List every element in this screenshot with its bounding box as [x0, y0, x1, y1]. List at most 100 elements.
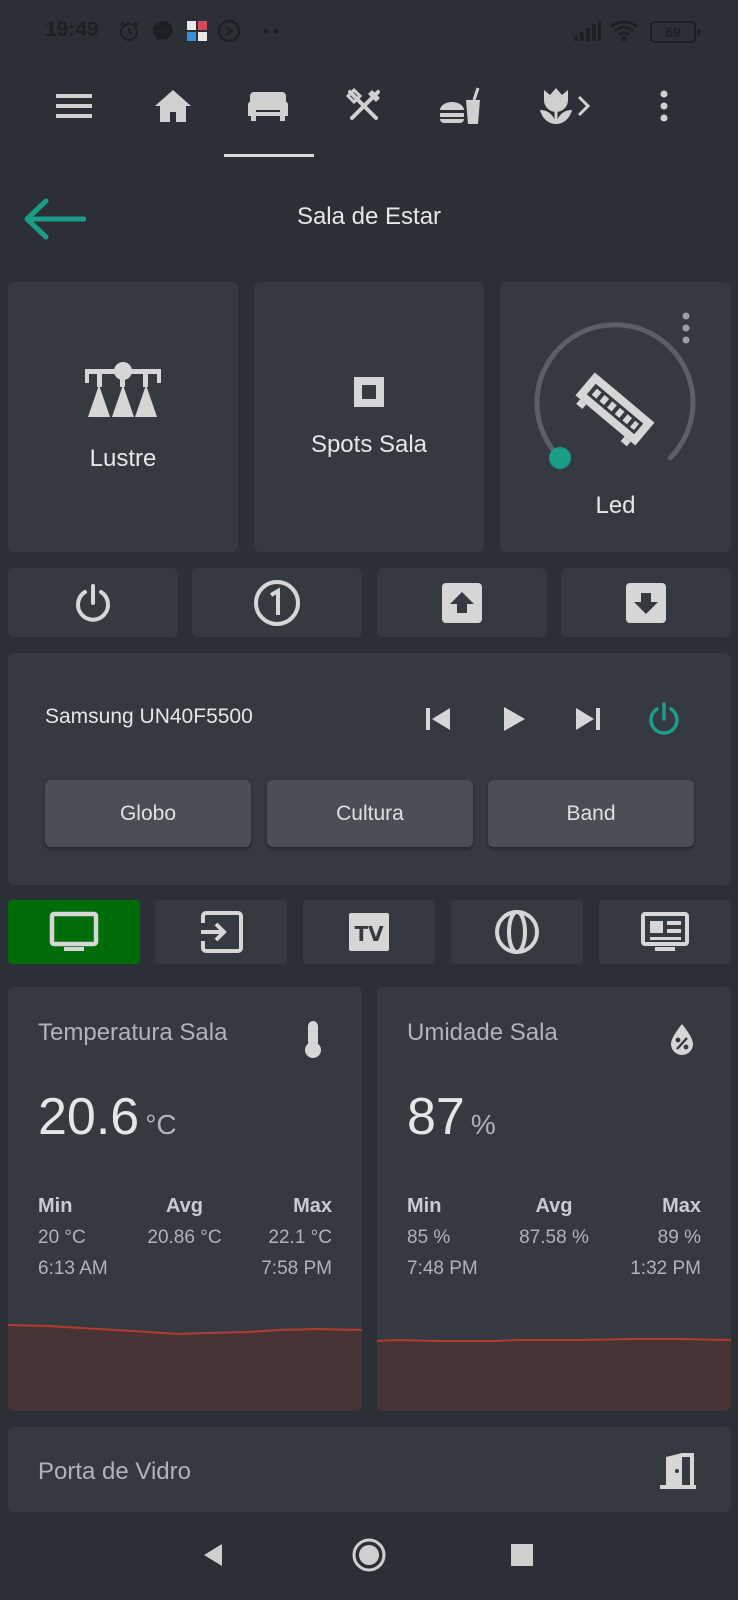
temperature-unit: °C [145, 1109, 177, 1140]
door-title: Porta de Vidro [38, 1458, 191, 1485]
water-percent-icon [665, 1017, 699, 1061]
stat-time: 7:48 PM [407, 1258, 478, 1279]
stat-label: Avg [165, 1195, 203, 1217]
light-card-spots-sala[interactable]: Spots Sala [254, 282, 484, 552]
temperature-sparkline [8, 1324, 362, 1411]
input-icon [201, 911, 243, 953]
skip-next-button[interactable] [566, 697, 610, 741]
shazam-icon [216, 18, 242, 44]
active-tab-indicator [224, 154, 314, 157]
stop-square-icon [354, 377, 384, 407]
source-button-newspaper[interactable] [599, 900, 731, 964]
numeric-one-button[interactable] [192, 568, 362, 637]
power-button[interactable] [8, 568, 178, 637]
channel-button-band[interactable]: Band [488, 780, 694, 847]
light-card-lustre[interactable]: Lustre [8, 282, 238, 552]
skip-previous-button[interactable] [416, 697, 460, 741]
power-icon [76, 583, 110, 622]
messenger-icon [150, 18, 176, 44]
chandelier-icon [85, 362, 161, 417]
svg-text:TV: TV [354, 922, 384, 946]
sensor-stats: Min 85 % 7:48 PM Avg 87.58 % Max 89 % 1:… [407, 1191, 701, 1284]
play-button[interactable] [492, 697, 536, 741]
stat-label: Min [38, 1195, 73, 1217]
sensor-title: Umidade Sala [407, 1019, 558, 1046]
source-button-globe[interactable] [451, 900, 583, 964]
stat-value: 22.1 °C [268, 1227, 332, 1248]
app-notification-icon [184, 18, 210, 44]
humidity-sensor-card[interactable]: Umidade Sala 87% Min 85 % 7:48 PM Avg 87… [377, 987, 731, 1411]
media-player-card [8, 653, 731, 885]
battery-level: 69 [665, 24, 681, 40]
sofa-icon[interactable] [240, 78, 296, 134]
arrow-up-box-icon [442, 582, 482, 623]
stat-max: Max 22.1 °C 7:58 PM [261, 1191, 332, 1284]
media-player-title: Samsung UN40F5500 [45, 705, 253, 728]
led-more-vert-icon[interactable] [676, 310, 696, 346]
temperature-value: 20.6 [38, 1088, 140, 1146]
chevron-right-icon[interactable] [570, 78, 598, 134]
humidity-unit: % [470, 1109, 496, 1140]
utensils-icon[interactable] [336, 78, 392, 134]
stat-value: 20 °C [38, 1227, 86, 1248]
stat-value: 85 % [407, 1227, 451, 1248]
stat-label: Avg [535, 1195, 573, 1217]
numeric-one-circle-icon [254, 579, 300, 626]
triangle-back-icon [204, 1544, 222, 1566]
door-open-icon [656, 1448, 700, 1492]
humidity-value: 87 [407, 1088, 465, 1146]
source-button-tv[interactable]: TV [303, 900, 435, 964]
stat-value: 20.86 °C [147, 1227, 222, 1248]
source-button-input[interactable] [155, 900, 287, 964]
monitor-icon [49, 911, 99, 951]
menu-icon[interactable] [46, 78, 102, 134]
light-label: Lustre [89, 445, 157, 472]
humidity-sparkline [377, 1338, 731, 1411]
stat-avg: Avg 20.86 °C [147, 1191, 221, 1284]
stat-label: Min [407, 1195, 442, 1217]
stat-label: Max [662, 1195, 701, 1217]
stat-max: Max 89 % 1:32 PM [630, 1191, 701, 1284]
stat-min: Min 85 % 7:48 PM [407, 1191, 478, 1284]
system-recents-button[interactable] [497, 1530, 547, 1580]
more-notifications-icon [258, 18, 284, 44]
skip-next-icon [576, 708, 600, 730]
channel-button-cultura[interactable]: Cultura [267, 780, 473, 847]
stat-time: 6:13 AM [38, 1258, 108, 1279]
source-button-monitor[interactable] [8, 900, 140, 964]
signal-icon [572, 18, 602, 44]
system-back-button[interactable] [188, 1530, 238, 1580]
wifi-icon [608, 18, 640, 44]
page-title: Sala de Estar [296, 203, 442, 230]
sensor-stats: Min 20 °C 6:13 AM Avg 20.86 °C Max 22.1 … [38, 1191, 332, 1284]
sensor-value: 20.6 °C [38, 1087, 177, 1147]
arrow-up-button[interactable] [377, 568, 547, 637]
stat-value: 87.58 % [519, 1227, 589, 1248]
status-time: 19:49 [45, 18, 99, 41]
stat-value: 89 % [657, 1227, 701, 1248]
arrow-down-button[interactable] [561, 568, 731, 637]
stat-min: Min 20 °C 6:13 AM [38, 1191, 108, 1284]
stat-time: 1:32 PM [630, 1258, 701, 1279]
thermometer-icon [296, 1017, 330, 1061]
home-icon[interactable] [145, 78, 201, 134]
led-strip-icon [575, 372, 655, 447]
channel-button-globo[interactable]: Globo [45, 780, 251, 847]
burger-drink-icon[interactable] [432, 78, 488, 134]
sensor-value: 87% [407, 1087, 496, 1147]
globe-icon [495, 910, 539, 954]
stat-time: 7:58 PM [261, 1258, 332, 1279]
battery-indicator: 69 [650, 21, 700, 43]
light-label: Spots Sala [310, 431, 428, 458]
light-label: Led [595, 492, 636, 519]
system-home-button[interactable] [344, 1530, 394, 1580]
stat-avg: Avg 87.58 % [519, 1191, 589, 1284]
status-bar: 19:49 69 [0, 0, 738, 66]
temperature-sensor-card[interactable]: Temperatura Sala 20.6 °C Min 20 °C 6:13 A… [8, 987, 362, 1411]
stat-label: Max [293, 1195, 332, 1217]
light-card-led[interactable]: Led [500, 282, 731, 552]
newspaper-icon [641, 912, 689, 951]
media-power-button[interactable] [642, 697, 686, 741]
more-vert-icon[interactable] [636, 78, 692, 134]
square-recents-icon [511, 1544, 533, 1566]
